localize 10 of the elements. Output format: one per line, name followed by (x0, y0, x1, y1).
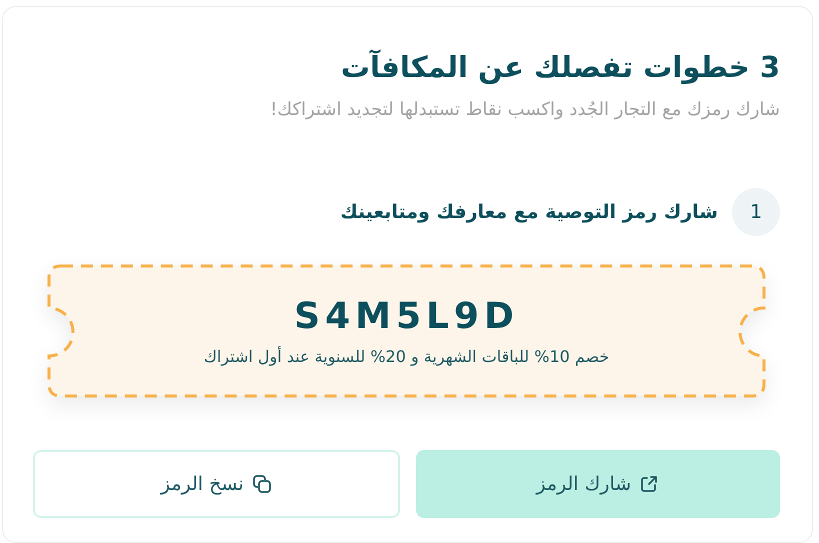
share-button[interactable]: شارك الرمز (416, 450, 780, 518)
referral-code: S4M5L9D (294, 296, 519, 337)
step-number: 1 (732, 188, 780, 236)
card-title: 3 خطوات تفصلك عن المكافآت (340, 48, 780, 86)
card-subtitle: شارك رمزك مع التجار الجُدد واكسب نقاط تستبدلها لتجديد اشتراكك! (269, 99, 780, 120)
discount-text: خصم 10% للباقات الشهرية و 20% للسنوية عند أول اشتراك (204, 347, 610, 366)
step-label: شارك رمز التوصية مع معارفك ومتابعينك (340, 201, 718, 223)
copy-icon (252, 474, 272, 494)
share-icon (639, 474, 660, 494)
copy-button[interactable]: نسخ الرمز (33, 450, 400, 518)
